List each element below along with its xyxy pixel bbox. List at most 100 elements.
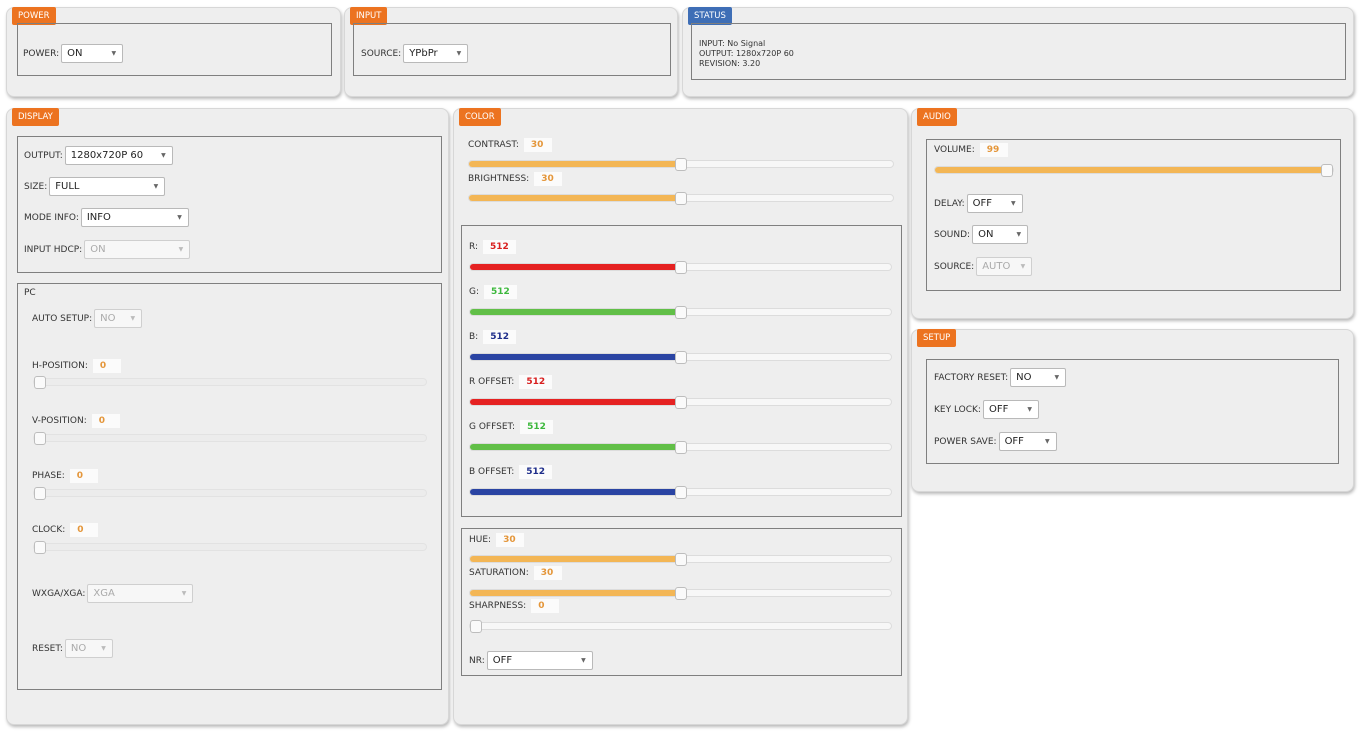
pc-box: [17, 283, 442, 690]
b-offset-label: B OFFSET:: [469, 467, 515, 477]
volume-slider[interactable]: [934, 164, 1334, 177]
status-output-line: OUTPUT: 1280x720P 60: [699, 49, 794, 58]
key-lock-select[interactable]: OFF ▼: [982, 400, 1039, 419]
h-position-value: 0: [92, 359, 121, 373]
hue-label: HUE:: [469, 535, 492, 545]
chevron-down-icon: ▼: [178, 246, 184, 253]
slider-fill: [470, 354, 681, 360]
slider-handle[interactable]: [470, 620, 482, 633]
factory-reset-select-value: NO: [1016, 372, 1032, 383]
power-select[interactable]: ON ▼: [61, 44, 124, 63]
factory-reset-select[interactable]: NO ▼: [1010, 368, 1067, 387]
reset-select[interactable]: NO ▼: [64, 639, 113, 658]
chevron-down-icon: ▼: [153, 183, 159, 190]
size-label: SIZE:: [24, 181, 48, 192]
sharpness-value: 0: [531, 599, 560, 613]
sound-select[interactable]: ON ▼: [972, 225, 1029, 244]
r-offset-slider[interactable]: [469, 396, 892, 409]
source-select-value: YPbPr: [409, 48, 438, 59]
slider-handle[interactable]: [34, 432, 46, 445]
b-offset-value: 512: [519, 465, 553, 479]
contrast-slider[interactable]: [468, 158, 894, 171]
chevron-down-icon: ▼: [161, 152, 166, 159]
nr-select[interactable]: OFF ▼: [486, 651, 593, 670]
contrast-value: 30: [523, 138, 552, 152]
h-position-slider[interactable]: [33, 376, 427, 389]
clock-value: 0: [70, 523, 99, 537]
wxga-xga-select[interactable]: XGA ▼: [87, 584, 194, 603]
source-select[interactable]: YPbPr ▼: [403, 44, 469, 63]
slider-handle[interactable]: [34, 541, 46, 554]
chevron-down-icon: ▼: [101, 645, 106, 652]
chevron-down-icon: ▼: [1027, 406, 1032, 413]
brightness-slider[interactable]: [468, 192, 894, 205]
r-label: R:: [469, 242, 479, 252]
b-offset-slider[interactable]: [469, 486, 892, 499]
slider-handle[interactable]: [34, 487, 46, 500]
sound-label: SOUND:: [934, 229, 971, 240]
slider-fill: [470, 264, 681, 270]
slider-handle[interactable]: [675, 396, 687, 409]
sharpness-slider[interactable]: [469, 620, 892, 633]
r-slider[interactable]: [469, 261, 892, 274]
key-lock-label: KEY LOCK:: [934, 404, 981, 415]
audio-panel: AUDIO VOLUME: 99 DELAY: OFF ▼ SOUND: ON ▼ …: [911, 108, 1354, 319]
slider-handle[interactable]: [675, 261, 687, 274]
slider-fill: [935, 167, 1333, 173]
reset-label: RESET:: [32, 643, 63, 654]
power-panel: POWER POWER: ON ▼: [6, 7, 341, 97]
chevron-down-icon: ▼: [177, 214, 182, 221]
slider-handle[interactable]: [1321, 164, 1333, 177]
audio-source-select[interactable]: AUTO ▼: [976, 257, 1033, 276]
g-value: 512: [484, 285, 517, 299]
v-position-label: V-POSITION:: [32, 416, 87, 426]
nr-label: NR:: [469, 655, 485, 666]
slider-handle[interactable]: [34, 376, 46, 389]
slider-handle[interactable]: [675, 192, 687, 205]
chevron-down-icon: ▼: [1011, 200, 1016, 207]
power-save-select[interactable]: OFF ▼: [998, 432, 1057, 451]
slider-handle[interactable]: [675, 587, 687, 600]
mode-info-select-value: INFO: [86, 212, 111, 223]
saturation-slider[interactable]: [469, 587, 892, 600]
input-hdcp-select[interactable]: ON ▼: [84, 240, 191, 259]
slider-handle[interactable]: [675, 158, 687, 171]
slider-handle[interactable]: [675, 441, 687, 454]
phase-value: 0: [69, 469, 98, 483]
slider-handle[interactable]: [675, 351, 687, 364]
g-offset-label: G OFFSET:: [469, 422, 516, 432]
setup-tab: SETUP: [917, 329, 957, 347]
v-position-slider[interactable]: [33, 432, 427, 445]
g-label: G:: [469, 287, 480, 297]
auto-setup-select[interactable]: NO ▼: [94, 309, 143, 328]
slider-handle[interactable]: [675, 486, 687, 499]
output-select[interactable]: 1280x720P 60 ▼: [64, 146, 173, 165]
slider-fill: [470, 556, 681, 562]
hue-slider[interactable]: [469, 553, 892, 566]
key-lock-select-value: OFF: [988, 404, 1009, 415]
contrast-label: CONTRAST:: [468, 140, 519, 150]
slider-handle[interactable]: [675, 306, 687, 319]
clock-slider[interactable]: [33, 541, 427, 554]
auto-setup-label: AUTO SETUP:: [32, 313, 93, 324]
g-offset-slider[interactable]: [469, 441, 892, 454]
nr-select-value: OFF: [492, 655, 513, 666]
delay-select[interactable]: OFF ▼: [966, 194, 1023, 213]
factory-reset-label: FACTORY RESET:: [934, 372, 1009, 383]
sharpness-label: SHARPNESS:: [469, 601, 527, 611]
chevron-down-icon: ▼: [111, 50, 117, 57]
audio-tab: AUDIO: [917, 108, 957, 126]
mode-info-select[interactable]: INFO ▼: [80, 208, 189, 227]
phase-slider[interactable]: [33, 487, 427, 500]
volume-label: VOLUME:: [934, 145, 975, 155]
wxga-xga-select-value: XGA: [93, 588, 115, 599]
v-position-value: 0: [91, 414, 120, 428]
slider-fill: [470, 444, 681, 450]
size-select[interactable]: FULL ▼: [49, 177, 166, 196]
b-slider[interactable]: [469, 351, 892, 364]
g-slider[interactable]: [469, 306, 892, 319]
chevron-down-icon: ▼: [456, 50, 462, 57]
setup-panel: SETUP FACTORY RESET: NO ▼ KEY LOCK: OFF ▼ …: [911, 329, 1354, 492]
audio-source-label: SOURCE:: [934, 261, 975, 272]
slider-handle[interactable]: [675, 553, 687, 566]
